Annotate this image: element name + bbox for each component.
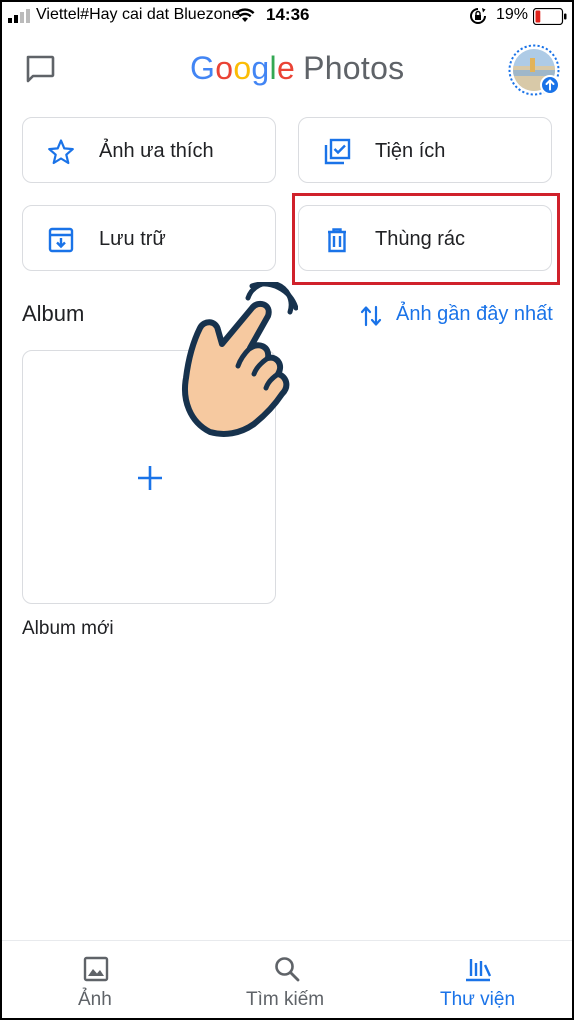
carrier-name: Viettel#Hay cai dat Bluezone <box>36 6 241 23</box>
archive-label: Lưu trữ <box>99 228 166 250</box>
plus-icon <box>138 466 162 490</box>
rotation-lock-icon <box>470 8 486 24</box>
clock: 14:36 <box>266 5 310 24</box>
status-bar: Viettel#Hay cai dat Bluezone 14:36 19% <box>2 2 572 30</box>
nav-photos-label: Ảnh <box>78 989 112 1010</box>
favorites-label: Ảnh ưa thích <box>99 140 214 162</box>
google-photos-logo: Google Photos <box>190 50 405 86</box>
sort-label: Ảnh gần đây nhất <box>396 303 553 325</box>
message-icon[interactable] <box>24 54 56 84</box>
battery-icon <box>533 8 567 25</box>
utilities-icon <box>324 138 351 165</box>
star-icon <box>48 139 74 165</box>
nav-search-label: Tìm kiếm <box>246 989 325 1010</box>
wifi-icon <box>235 8 255 22</box>
hand-pointer-icon <box>182 282 298 437</box>
avatar-backup-icon[interactable] <box>508 44 560 96</box>
search-icon <box>275 957 300 982</box>
archive-button[interactable]: Lưu trữ <box>22 205 276 271</box>
new-album-label: Album mới <box>22 618 114 639</box>
screen: Viettel#Hay cai dat Bluezone 14:36 19% G… <box>2 2 572 1018</box>
nav-library-label: Thư viện <box>440 989 516 1010</box>
nav-search[interactable]: Tìm kiếm <box>232 941 342 1018</box>
sort-icon <box>360 305 382 327</box>
signal-icon <box>8 9 30 23</box>
battery-percent: 19% <box>496 6 529 23</box>
favorites-button[interactable]: Ảnh ưa thích <box>22 117 276 183</box>
trash-highlight-box <box>292 193 560 285</box>
nav-photos[interactable]: Ảnh <box>56 941 136 1018</box>
archive-icon <box>48 227 74 253</box>
photo-icon <box>83 956 109 982</box>
utilities-button[interactable]: Tiện ích <box>298 117 552 183</box>
utilities-label: Tiện ích <box>375 140 446 162</box>
library-icon <box>466 959 492 982</box>
albums-heading: Album <box>22 301 85 326</box>
bottom-navigation: Ảnh Tìm kiếm Thư viện <box>2 940 572 1018</box>
nav-library[interactable]: Thư viện <box>432 941 532 1018</box>
